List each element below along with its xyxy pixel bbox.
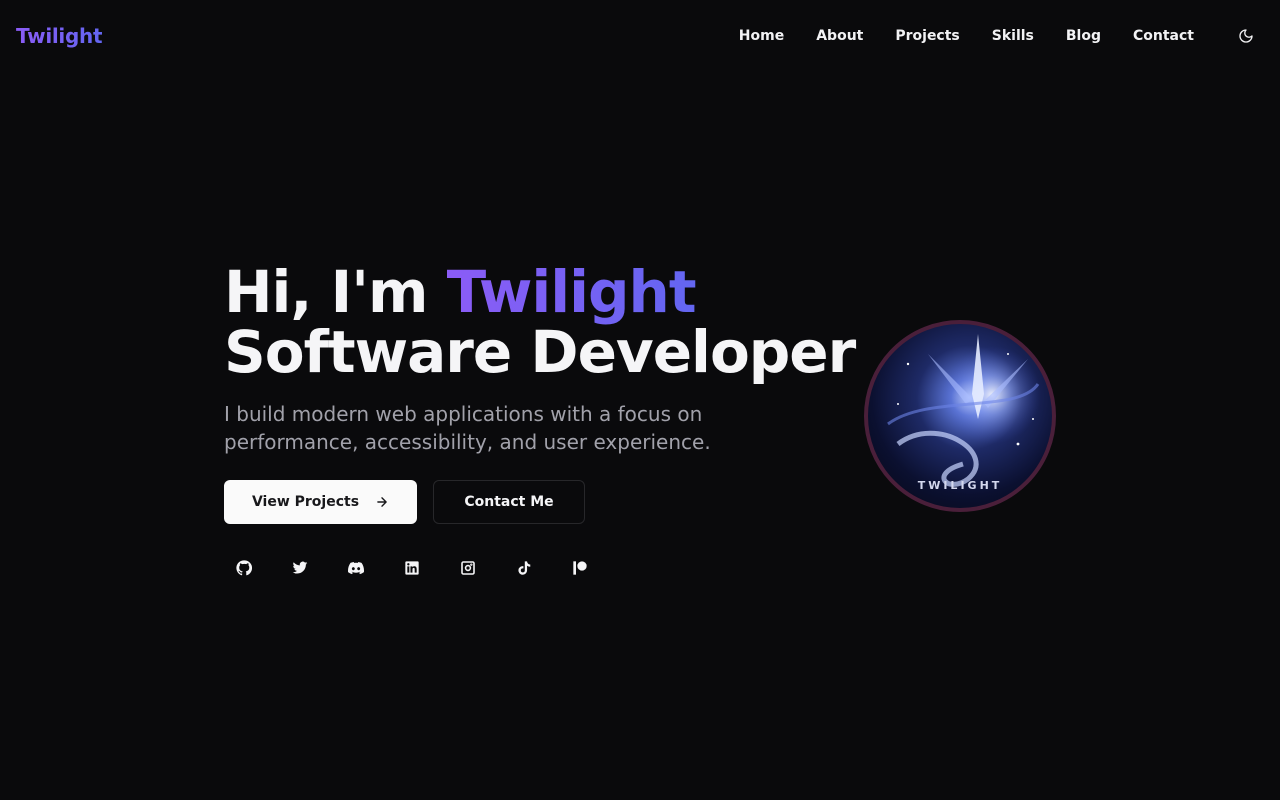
hero-name: Twilight <box>446 258 697 326</box>
hero-subtitle: I build modern web applications with a f… <box>224 402 711 454</box>
view-projects-label: View Projects <box>251 494 360 510</box>
hero-heading: Hi, I'm Twilight Software Developer <box>224 262 864 382</box>
hero-section: Hi, I'm Twilight Software Developer I bu… <box>224 262 864 580</box>
nav-contact[interactable]: Contact <box>1133 28 1194 44</box>
twitter-icon[interactable] <box>288 556 312 580</box>
view-projects-button[interactable]: View Projects <box>224 480 417 524</box>
avatar-caption: TWILIGHT <box>917 479 1003 492</box>
nav-about[interactable]: About <box>816 28 863 44</box>
avatar: TWILIGHT <box>864 320 1056 512</box>
nav-projects[interactable]: Projects <box>895 28 959 44</box>
moon-icon <box>1239 29 1253 43</box>
site-header: Twilight Home About Projects Skills Blog… <box>0 0 1280 72</box>
hero-role: Software Developer <box>224 318 856 386</box>
github-icon[interactable] <box>232 556 256 580</box>
nav-blog[interactable]: Blog <box>1066 28 1101 44</box>
hero-buttons: View Projects Contact Me <box>224 480 864 524</box>
discord-icon[interactable] <box>344 556 368 580</box>
nav-skills[interactable]: Skills <box>992 28 1034 44</box>
greeting-prefix: Hi, I'm <box>224 258 447 326</box>
theme-toggle-button[interactable] <box>1228 18 1264 54</box>
instagram-icon[interactable] <box>456 556 480 580</box>
nav-home[interactable]: Home <box>739 28 784 44</box>
contact-me-button[interactable]: Contact Me <box>433 480 585 524</box>
patreon-icon[interactable] <box>568 556 592 580</box>
main-nav: Home About Projects Skills Blog Contact <box>739 18 1264 54</box>
arrow-right-icon <box>375 495 389 509</box>
site-logo[interactable]: Twilight <box>16 24 103 48</box>
tiktok-icon[interactable] <box>512 556 536 580</box>
social-links <box>232 556 864 580</box>
linkedin-icon[interactable] <box>400 556 424 580</box>
